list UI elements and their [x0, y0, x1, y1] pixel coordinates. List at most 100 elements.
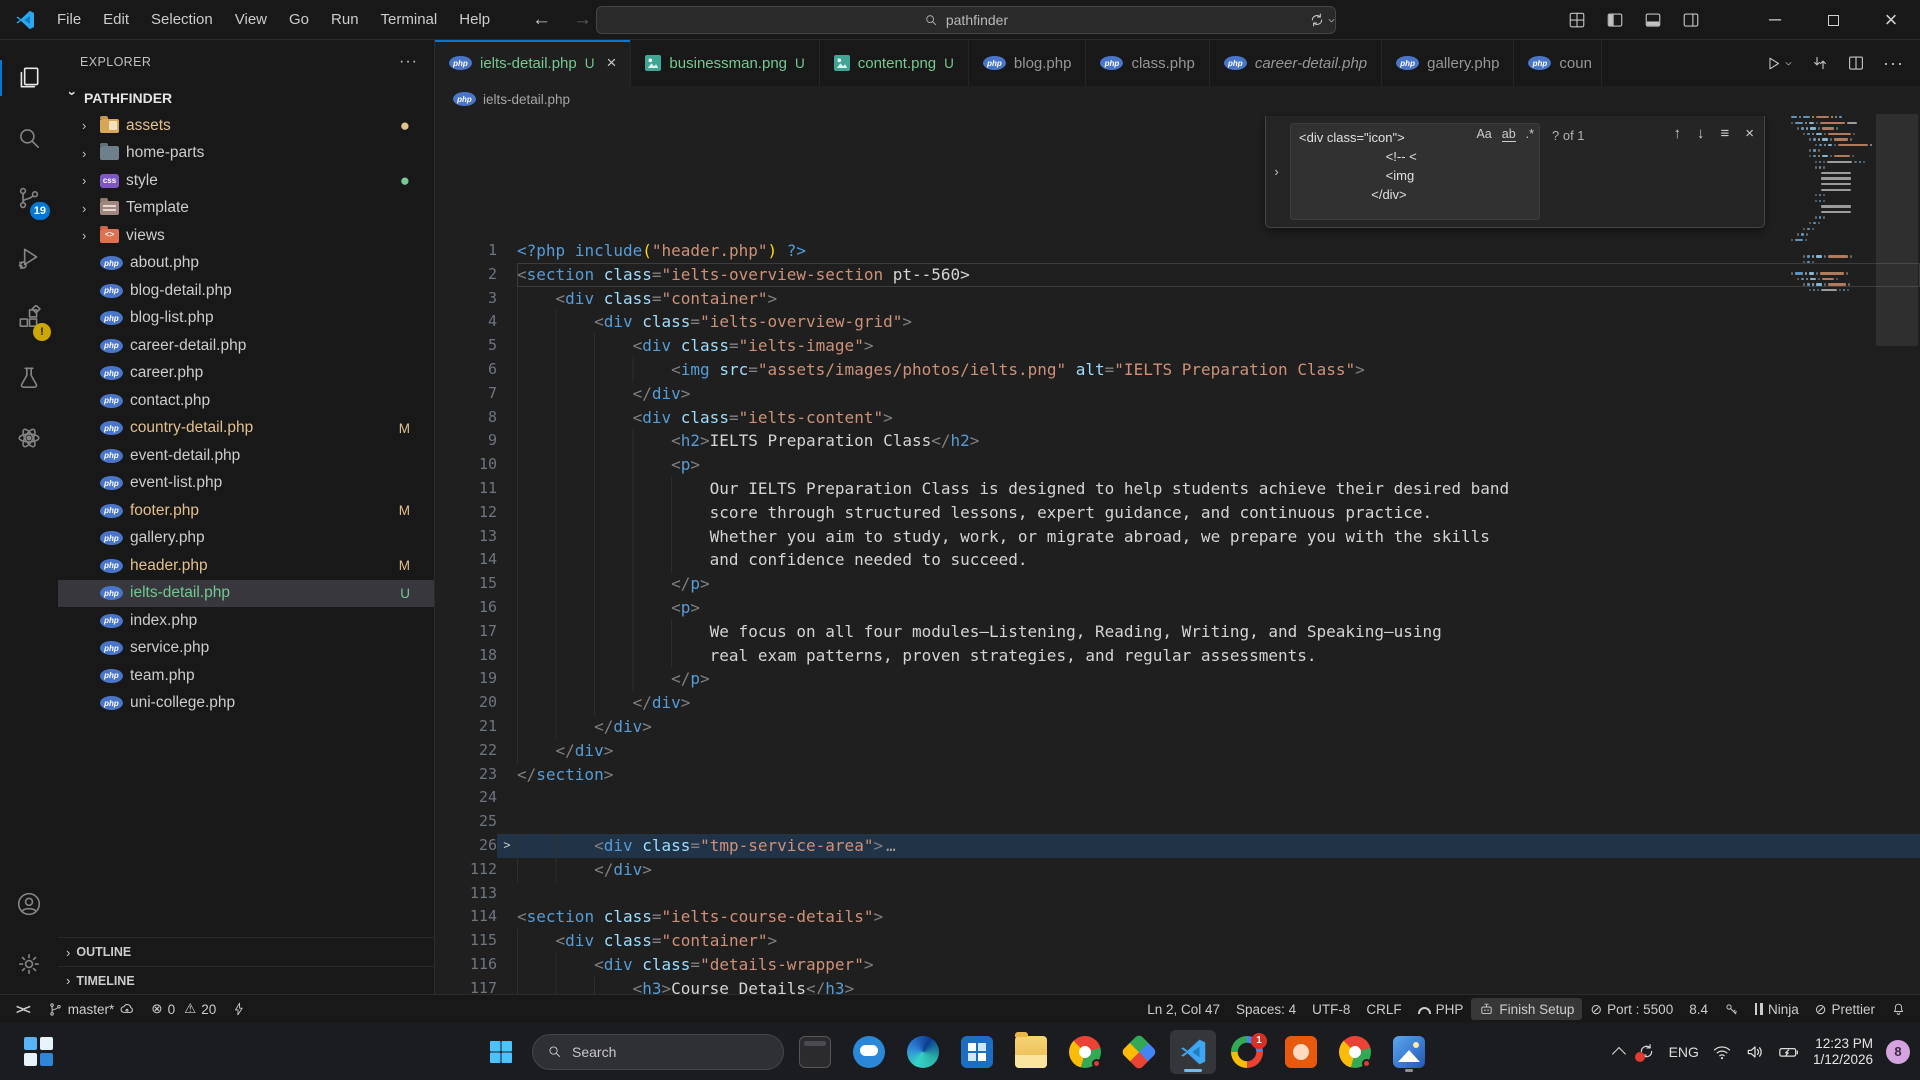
menu-file[interactable]: File — [46, 0, 92, 39]
outline-section[interactable]: › OUTLINE — [58, 938, 434, 966]
file-item-country-detail-php[interactable]: phpcountry-detail.phpM — [58, 415, 434, 443]
code-line-13[interactable]: 13Whether you aim to study, work, or mig… — [435, 525, 1920, 549]
close-button[interactable]: × — [1862, 0, 1920, 40]
toggle-panel-icon[interactable] — [1644, 11, 1662, 29]
minimize-button[interactable]: ─ — [1746, 0, 1804, 40]
code-line-3[interactable]: 3<div class="container"> — [435, 287, 1920, 311]
code-line-14[interactable]: 14and confidence needed to succeed. — [435, 548, 1920, 572]
file-item-ielts-detail-php[interactable]: phpielts-detail.phpU — [58, 580, 434, 608]
code-line-19[interactable]: 19</p> — [435, 667, 1920, 691]
maximize-button[interactable] — [1804, 0, 1862, 40]
status-cursor[interactable]: Ln 2, Col 47 — [1139, 998, 1228, 1020]
file-item-header-php[interactable]: phpheader.phpM — [58, 552, 434, 580]
code-line-18[interactable]: 18real exam patterns, proven strategies,… — [435, 644, 1920, 668]
file-item-blog-detail-php[interactable]: phpblog-detail.php — [58, 277, 434, 305]
file-item-footer-php[interactable]: phpfooter.phpM — [58, 497, 434, 525]
code-line-9[interactable]: 9<h2>IELTS Preparation Class</h2> — [435, 429, 1920, 453]
close-tab-icon[interactable]: × — [606, 53, 616, 73]
git-branch-item[interactable]: master* — [40, 998, 144, 1020]
status-ninja[interactable]: Ninja — [1747, 998, 1807, 1020]
code-line-26[interactable]: 26><div class="tmp-service-area">… — [435, 834, 1920, 858]
file-item-blog-list-php[interactable]: phpblog-list.php — [58, 305, 434, 333]
close-find-icon[interactable]: × — [1745, 125, 1754, 142]
menu-terminal[interactable]: Terminal — [370, 0, 449, 39]
taskbar-widgets-button[interactable] — [24, 1037, 54, 1067]
status-prettier[interactable]: ⊘Prettier — [1807, 998, 1883, 1020]
code-line-6[interactable]: 6<img src="assets/images/photos/ielts.pn… — [435, 358, 1920, 382]
live-reload-item[interactable] — [224, 998, 254, 1020]
code-line-17[interactable]: 17We focus on all four modules—Listening… — [435, 620, 1920, 644]
code-line-114[interactable]: 114<section class="ielts-course-details"… — [435, 905, 1920, 929]
code-line-21[interactable]: 21</div> — [435, 715, 1920, 739]
tab-coun[interactable]: phpcoun — [1514, 40, 1602, 86]
status-key[interactable] — [1716, 998, 1747, 1020]
file-item-event-list-php[interactable]: phpevent-list.php — [58, 470, 434, 498]
whole-word-icon[interactable]: ab — [1502, 127, 1516, 142]
code-line-115[interactable]: 115<div class="container"> — [435, 929, 1920, 953]
file-item-service-php[interactable]: phpservice.php — [58, 635, 434, 663]
battery-icon[interactable] — [1778, 1042, 1800, 1062]
file-item-career-detail-php[interactable]: phpcareer-detail.php — [58, 332, 434, 360]
tray-sync-icon[interactable] — [1637, 1042, 1656, 1061]
explorer-more-actions-icon[interactable]: ··· — [399, 53, 418, 71]
chrome-browser-2[interactable] — [1332, 1030, 1378, 1074]
folder-item-home-parts[interactable]: ›home-parts — [58, 140, 434, 168]
status-port[interactable]: ⊘Port : 5500 — [1582, 998, 1681, 1020]
code-line-15[interactable]: 15</p> — [435, 572, 1920, 596]
editor[interactable]: 1<?php include("header.php") ?>2<section… — [435, 112, 1920, 994]
problems-item[interactable]: ⊗ 0 ⚠ 20 — [143, 998, 224, 1020]
folder-item-Template[interactable]: ›Template — [58, 195, 434, 223]
folded-code-ellipsis[interactable]: … — [886, 836, 896, 855]
file-item-about-php[interactable]: phpabout.php — [58, 250, 434, 278]
code-line-16[interactable]: 16<p> — [435, 596, 1920, 620]
file-item-career-php[interactable]: phpcareer.php — [58, 360, 434, 388]
code-line-10[interactable]: 10<p> — [435, 453, 1920, 477]
status-indent[interactable]: Spaces: 4 — [1228, 998, 1304, 1020]
remote-indicator[interactable]: >< — [6, 998, 40, 1020]
activitybar-settings[interactable] — [0, 934, 58, 994]
edge-browser[interactable] — [900, 1030, 946, 1074]
file-item-index-php[interactable]: phpindex.php — [58, 607, 434, 635]
menu-help[interactable]: Help — [448, 0, 501, 39]
toggle-primary-sidebar-icon[interactable] — [1606, 11, 1624, 29]
chat-app[interactable] — [846, 1030, 892, 1074]
code-line-117[interactable]: 117<h3>Course Details</h3> — [435, 977, 1920, 994]
activitybar-search[interactable] — [0, 108, 58, 168]
regex-icon[interactable]: .* — [1526, 127, 1534, 142]
activitybar-account[interactable] — [0, 874, 58, 934]
open-changes-icon[interactable] — [1811, 54, 1829, 72]
code-line-116[interactable]: 116<div class="details-wrapper"> — [435, 953, 1920, 977]
status-language[interactable]: PHP — [1410, 998, 1472, 1020]
volume-icon[interactable] — [1745, 1042, 1765, 1062]
layout-grid-icon[interactable] — [1568, 11, 1586, 29]
command-center-search[interactable]: pathfinder — [596, 6, 1336, 34]
wifi-icon[interactable] — [1712, 1042, 1732, 1062]
activitybar-source-control[interactable]: 19 — [0, 168, 58, 228]
photos-app[interactable] — [1386, 1030, 1432, 1074]
match-case-icon[interactable]: Aa — [1476, 127, 1491, 142]
tab-career-detail-php[interactable]: phpcareer-detail.php — [1210, 40, 1382, 86]
more-actions-icon[interactable]: ··· — [1883, 53, 1904, 74]
workspace-root-row[interactable]: › PATHFINDER — [58, 84, 434, 112]
status-bell[interactable] — [1883, 998, 1914, 1020]
code-line-1[interactable]: 1<?php include("header.php") ?> — [435, 239, 1920, 263]
blue-grid-app[interactable] — [954, 1030, 1000, 1074]
code-line-24[interactable]: 24 — [435, 786, 1920, 810]
run-php-button[interactable] — [1765, 55, 1793, 72]
unfold-icon[interactable]: > — [497, 834, 517, 858]
orange-app[interactable] — [1278, 1030, 1324, 1074]
split-editor-icon[interactable] — [1847, 54, 1865, 72]
code-line-5[interactable]: 5<div class="ielts-image"> — [435, 334, 1920, 358]
folder-item-views[interactable]: ›views — [58, 222, 434, 250]
code-line-11[interactable]: 11Our IELTS Preparation Class is designe… — [435, 477, 1920, 501]
find-input[interactable]: <div class="icon"> <!-- < <img </div> Aa… — [1290, 123, 1540, 220]
tab-businessman-png[interactable]: businessman.pngU — [631, 40, 819, 86]
notification-count-badge[interactable]: 8 — [1886, 1040, 1910, 1064]
code-line-113[interactable]: 113 — [435, 882, 1920, 906]
code-line-4[interactable]: 4<div class="ielts-overview-grid"> — [435, 310, 1920, 334]
folder-item-assets[interactable]: ›assets● — [58, 112, 434, 140]
menu-selection[interactable]: Selection — [140, 0, 224, 39]
chrome-browser[interactable] — [1062, 1030, 1108, 1074]
code-line-7[interactable]: 7</div> — [435, 382, 1920, 406]
code-line-23[interactable]: 23</section> — [435, 763, 1920, 787]
